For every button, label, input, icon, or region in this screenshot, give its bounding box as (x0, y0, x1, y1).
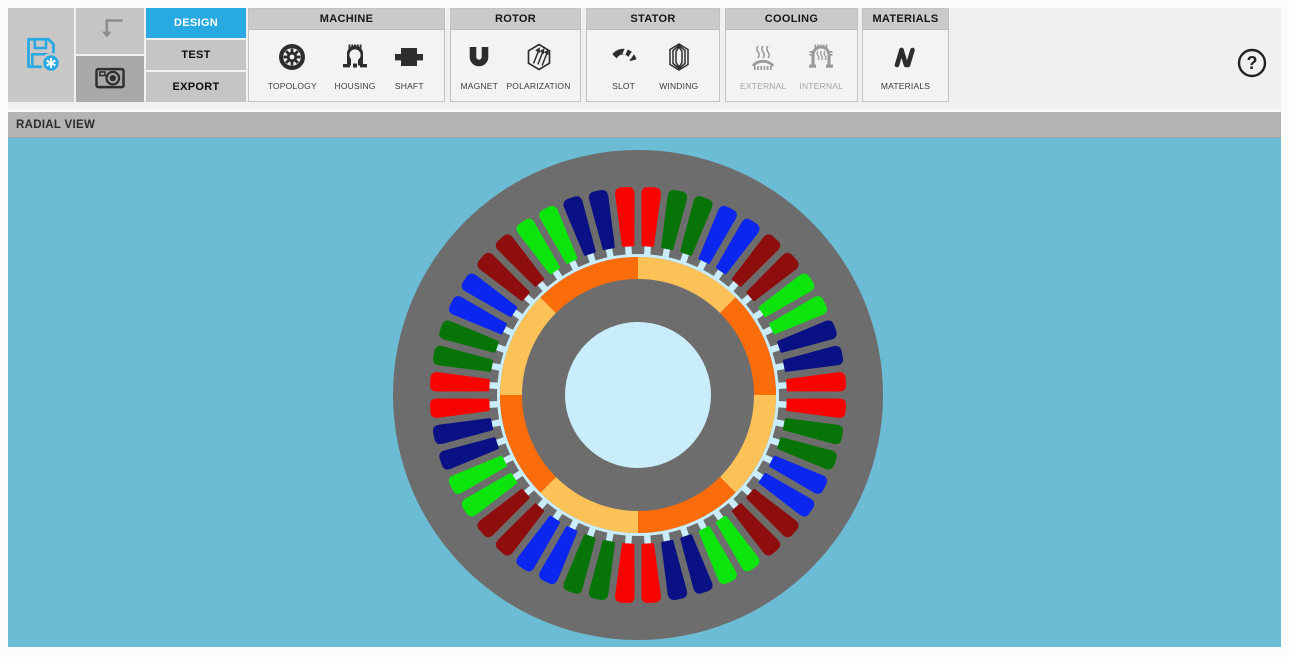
ribbon-group-cooling: COOLING (725, 8, 858, 102)
polarization-button[interactable]: POLARIZATION (503, 39, 573, 93)
ribbon: DESIGN TEST EXPORT MACHINE (8, 8, 1281, 110)
polarization-label: POLARIZATION (506, 81, 570, 91)
tab-design[interactable]: DESIGN (146, 8, 246, 38)
materials-icon (889, 41, 921, 78)
radial-view-title: RADIAL VIEW (16, 119, 95, 131)
screenshot-button[interactable] (76, 56, 144, 102)
group-header-materials: MATERIALS (863, 9, 948, 30)
radial-view-canvas (8, 138, 1281, 647)
group-header-machine: MACHINE (249, 9, 444, 30)
topology-icon (276, 41, 308, 78)
external-cooling-label: EXTERNAL (740, 81, 786, 91)
magnet-button[interactable]: MAGNET (457, 39, 501, 93)
ribbon-group-materials: MATERIALS MATERIALS (862, 8, 949, 102)
winding-icon (663, 41, 695, 78)
import-button[interactable] (76, 8, 144, 54)
slot-button[interactable]: SLOT (605, 39, 643, 93)
housing-icon (339, 41, 371, 78)
save-button[interactable] (8, 8, 74, 102)
camera-icon (92, 59, 128, 100)
magnet-icon (463, 41, 495, 78)
group-header-cooling: COOLING (726, 9, 857, 30)
svg-text:?: ? (1247, 53, 1258, 73)
magnet-label: MAGNET (460, 81, 498, 91)
materials-button[interactable]: MATERIALS (878, 39, 933, 93)
shaft-icon (393, 41, 425, 78)
polarization-icon (523, 41, 555, 78)
save-icon (21, 33, 61, 78)
group-header-stator: STATOR (587, 9, 719, 30)
tab-test[interactable]: TEST (146, 40, 246, 70)
internal-cooling-label: INTERNAL (799, 81, 843, 91)
group-header-rotor: ROTOR (451, 9, 580, 30)
slot-icon (608, 41, 640, 78)
housing-label: HOUSING (335, 81, 376, 91)
housing-button[interactable]: HOUSING (332, 39, 379, 93)
topology-label: TOPOLOGY (268, 81, 317, 91)
radial-view-titlebar: RADIAL VIEW (8, 112, 1281, 138)
ribbon-group-machine: MACHINE (248, 8, 445, 102)
winding-label: WINDING (659, 81, 698, 91)
help-icon: ? (1235, 46, 1269, 80)
winding-button[interactable]: WINDING (656, 39, 701, 93)
internal-cooling-button: INTERNAL (796, 39, 846, 93)
ribbon-group-stator: STATOR SLOT (586, 8, 720, 102)
shaft-bore (565, 322, 711, 468)
ribbon-group-rotor: ROTOR MAGNET (450, 8, 581, 102)
motor-cross-section (8, 138, 1281, 647)
arrow-down-icon (93, 12, 127, 51)
tab-export[interactable]: EXPORT (146, 72, 246, 102)
external-cooling-button: EXTERNAL (737, 39, 789, 93)
shaft-button[interactable]: SHAFT (390, 39, 428, 93)
slot-label: SLOT (612, 81, 635, 91)
materials-label: MATERIALS (881, 81, 930, 91)
internal-cooling-icon (805, 41, 837, 78)
external-cooling-icon (747, 41, 779, 78)
shaft-label: SHAFT (395, 81, 424, 91)
app-window: DESIGN TEST EXPORT MACHINE (0, 0, 1289, 657)
help-button[interactable]: ? (1235, 46, 1269, 80)
topology-button[interactable]: TOPOLOGY (265, 39, 320, 93)
